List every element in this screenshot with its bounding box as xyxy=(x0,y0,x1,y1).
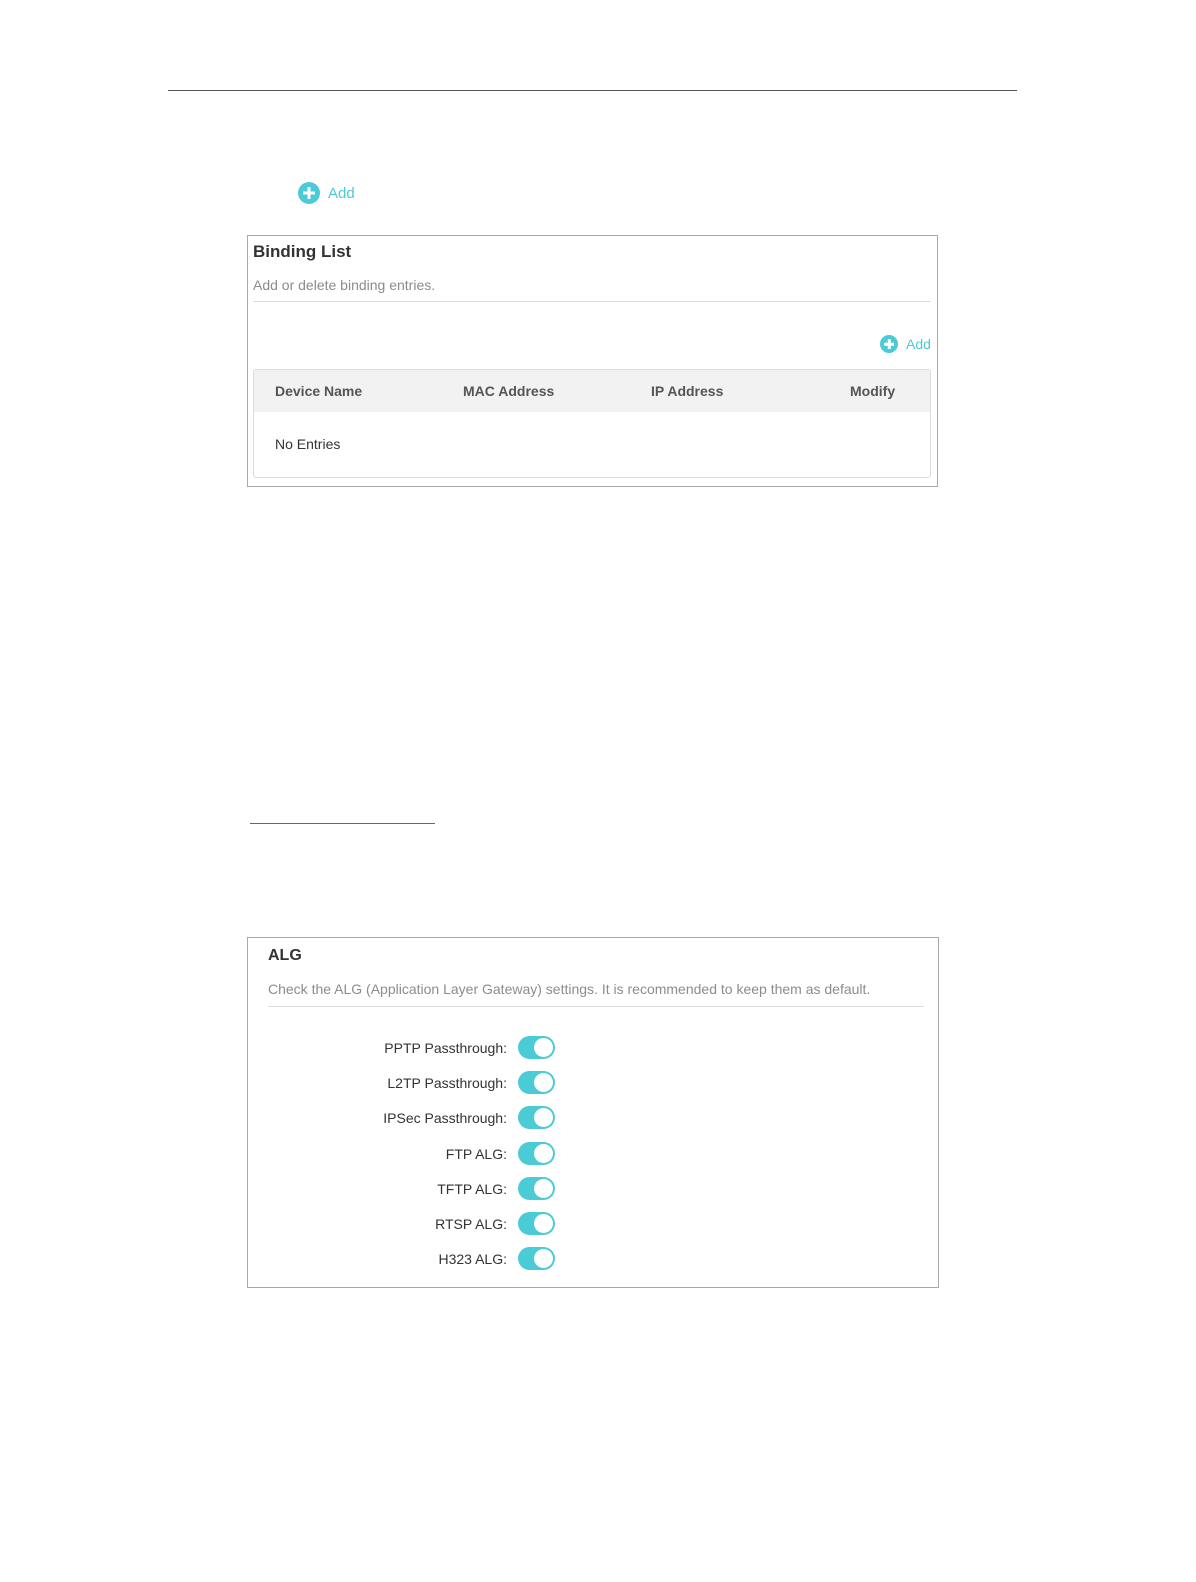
header-divider xyxy=(168,90,1017,91)
empty-table-message: No Entries xyxy=(275,436,341,452)
toggle-knob xyxy=(534,1249,553,1268)
plus-circle-icon xyxy=(298,182,320,204)
toggle-knob xyxy=(534,1179,553,1198)
rtsp-alg-label: RTSP ALG: xyxy=(435,1216,507,1232)
binding-list-divider xyxy=(253,301,931,302)
alg-description: Check the ALG (Application Layer Gateway… xyxy=(268,981,871,997)
binding-add-button[interactable]: Add xyxy=(880,335,931,353)
link-underline[interactable] xyxy=(250,823,435,824)
alg-row-ipsec: IPSec Passthrough: xyxy=(248,1106,938,1132)
rtsp-alg-toggle[interactable] xyxy=(518,1212,555,1235)
table-header: Device Name MAC Address IP Address Modif… xyxy=(254,370,930,412)
alg-divider xyxy=(268,1006,924,1007)
l2tp-passthrough-label: L2TP Passthrough: xyxy=(387,1075,507,1091)
alg-row-h323: H323 ALG: xyxy=(248,1247,938,1273)
toggle-knob xyxy=(534,1073,553,1092)
add-button[interactable]: Add xyxy=(298,182,355,204)
tftp-alg-label: TFTP ALG: xyxy=(437,1181,507,1197)
alg-row-rtsp: RTSP ALG: xyxy=(248,1212,938,1238)
binding-list-description: Add or delete binding entries. xyxy=(253,277,436,293)
alg-row-l2tp: L2TP Passthrough: xyxy=(248,1071,938,1097)
h323-alg-label: H323 ALG: xyxy=(438,1251,508,1267)
column-device-name: Device Name xyxy=(275,383,363,399)
add-label: Add xyxy=(328,184,355,202)
binding-list-title: Binding List xyxy=(253,242,352,261)
alg-row-tftp: TFTP ALG: xyxy=(248,1177,938,1203)
h323-alg-toggle[interactable] xyxy=(518,1247,555,1270)
alg-title: ALG xyxy=(268,947,302,964)
ftp-alg-toggle[interactable] xyxy=(518,1142,555,1165)
tftp-alg-toggle[interactable] xyxy=(518,1177,555,1200)
binding-list-panel: Binding List Add or delete binding entri… xyxy=(247,235,938,487)
alg-panel: ALG Check the ALG (Application Layer Gat… xyxy=(247,937,939,1288)
pptp-passthrough-toggle[interactable] xyxy=(518,1036,555,1059)
alg-row-ftp: FTP ALG: xyxy=(248,1142,938,1168)
binding-table: Device Name MAC Address IP Address Modif… xyxy=(253,369,931,478)
plus-circle-icon xyxy=(880,335,898,353)
column-mac-address: MAC Address xyxy=(463,383,555,399)
ipsec-passthrough-toggle[interactable] xyxy=(518,1106,555,1129)
column-modify: Modify xyxy=(850,383,896,399)
l2tp-passthrough-toggle[interactable] xyxy=(518,1071,555,1094)
toggle-knob xyxy=(534,1108,553,1127)
alg-row-pptp: PPTP Passthrough: xyxy=(248,1036,938,1062)
pptp-passthrough-label: PPTP Passthrough: xyxy=(384,1040,507,1056)
toggle-knob xyxy=(534,1214,553,1233)
ftp-alg-label: FTP ALG: xyxy=(445,1146,507,1162)
ipsec-passthrough-label: IPSec Passthrough: xyxy=(383,1110,507,1126)
toggle-knob xyxy=(534,1038,553,1057)
column-ip-address: IP Address xyxy=(651,383,724,399)
toggle-knob xyxy=(534,1144,553,1163)
binding-add-label: Add xyxy=(906,336,931,352)
